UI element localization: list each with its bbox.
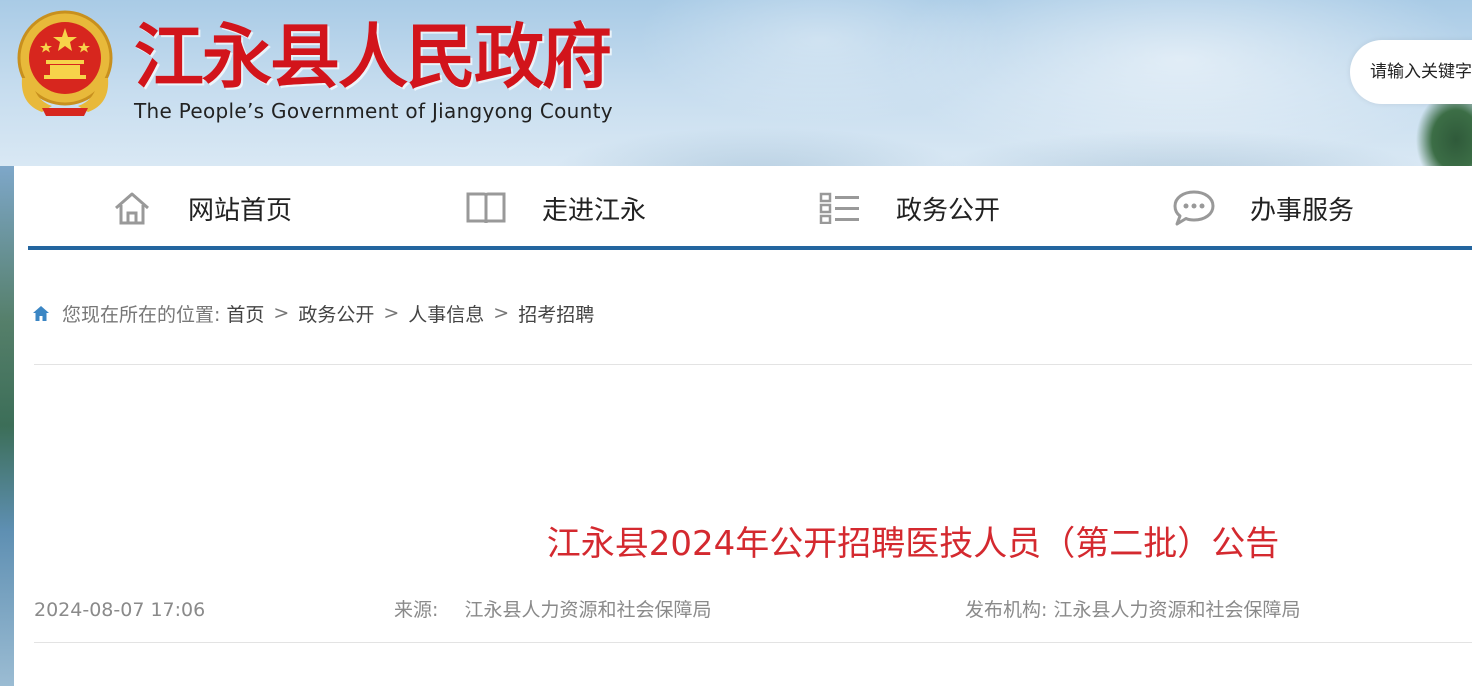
- nav-item-label: 网站首页: [188, 195, 293, 226]
- nav-item-label: 政务公开: [896, 195, 1001, 226]
- header-banner: 江永县人民政府 The People’s Government of Jiang…: [0, 0, 1472, 170]
- breadcrumb-prefix: 您现在所在的位置:: [62, 303, 221, 326]
- book-icon: [464, 186, 508, 230]
- breadcrumb-link-personnel[interactable]: 人事信息: [408, 300, 484, 327]
- article-title-text: 江永县2024年公开招聘医技人员（第二批）公告: [546, 524, 1280, 564]
- search-input[interactable]: [1370, 58, 1472, 86]
- publisher-label: 发布机构:: [965, 599, 1048, 621]
- source-value: 江永县人力资源和社会保障局: [464, 599, 712, 621]
- nav-item-services[interactable]: 办事服务: [1172, 184, 1354, 232]
- site-title: 江永县人民政府: [134, 15, 612, 98]
- banner-trees: [1416, 100, 1472, 170]
- site-subtitle: The People’s Government of Jiangyong Cou…: [134, 99, 613, 123]
- breadcrumb-separator: >: [493, 302, 510, 324]
- breadcrumb-separator: >: [383, 302, 400, 324]
- breadcrumb-separator: >: [273, 302, 290, 324]
- nav-item-about[interactable]: 走进江永: [464, 184, 646, 232]
- article-title: 江永县2024年公开招聘医技人员（第二批）公告: [14, 522, 1472, 566]
- breadcrumb-divider: [34, 364, 1472, 365]
- home-icon: [32, 303, 52, 323]
- chat-icon: [1172, 186, 1216, 230]
- breadcrumb-link-recruitment[interactable]: 招考招聘: [518, 300, 594, 327]
- breadcrumb-link-gov-affairs[interactable]: 政务公开: [298, 300, 374, 327]
- nav-item-label: 办事服务: [1250, 195, 1355, 226]
- content-panel: 网站首页 走进江永 政务公开 办事服务 您现在所在的位置: 首页 > 政务公开 …: [14, 166, 1472, 686]
- meta-divider: [34, 642, 1472, 643]
- home-icon: [110, 186, 154, 230]
- list-icon: [818, 186, 862, 230]
- left-background-strip: [0, 166, 14, 686]
- publisher-value: 江永县人力资源和社会保障局: [1053, 599, 1301, 621]
- nav-item-label: 走进江永: [542, 195, 647, 226]
- national-emblem-icon: [12, 8, 118, 118]
- source-label: 来源:: [394, 599, 439, 621]
- article-date: 2024-08-07 17:06: [34, 599, 206, 621]
- breadcrumb: 您现在所在的位置: 首页 > 政务公开 > 人事信息 > 招考招聘: [32, 298, 594, 328]
- main-nav: 网站首页 走进江永 政务公开 办事服务: [28, 166, 1472, 250]
- nav-item-home[interactable]: 网站首页: [110, 184, 292, 232]
- article-publisher: 发布机构: 江永县人力资源和社会保障局: [965, 596, 1300, 624]
- article-source: 来源: 江永县人力资源和社会保障局: [394, 596, 712, 624]
- breadcrumb-link-home[interactable]: 首页: [226, 300, 264, 327]
- nav-item-gov-affairs[interactable]: 政务公开: [818, 184, 1000, 232]
- search-box: [1350, 40, 1472, 104]
